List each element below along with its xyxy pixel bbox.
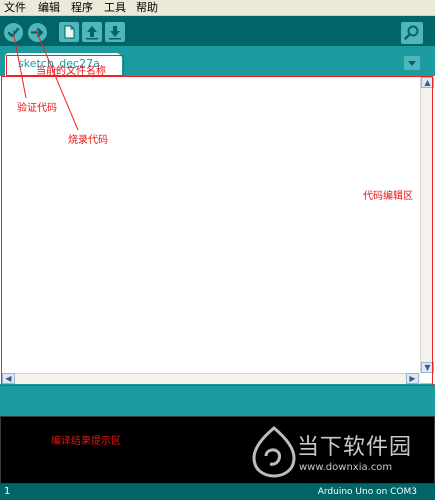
annotation-verify: 验证代码 <box>17 103 57 114</box>
watermark-url: www.downxia.com <box>299 462 393 473</box>
annotation-compile: 编译结果提示区 <box>51 436 121 447</box>
message-area <box>0 384 435 416</box>
menu-sketch[interactable]: 程序 <box>71 1 93 15</box>
watermark-logo-icon <box>252 426 296 478</box>
upload-arrow-icon <box>30 27 44 38</box>
board-port-label: Arduino Uno on COM3 <box>317 487 417 497</box>
open-button[interactable] <box>82 22 102 42</box>
new-file-icon <box>64 25 75 39</box>
watermark: 当下软件园 www.downxia.com <box>252 424 432 482</box>
open-file-icon <box>86 26 98 40</box>
menu-bar: 文件 编辑 程序 工具 帮助 <box>0 0 435 16</box>
menu-file[interactable]: 文件 <box>4 1 26 15</box>
serial-monitor-button[interactable] <box>401 22 423 44</box>
menu-edit[interactable]: 编辑 <box>38 1 60 15</box>
upload-button[interactable] <box>28 23 47 42</box>
verify-check-icon <box>7 27 20 38</box>
annotation-burn: 烧录代码 <box>68 135 108 146</box>
menu-help[interactable]: 帮助 <box>136 1 158 15</box>
tab-menu-button[interactable] <box>404 56 420 70</box>
status-bar: 1 Arduino Uno on COM3 <box>0 484 435 500</box>
toolbar <box>0 16 435 46</box>
verify-button[interactable] <box>4 23 23 42</box>
editor-highlight-box <box>1 76 433 386</box>
new-button[interactable] <box>59 22 79 42</box>
magnifier-icon <box>404 25 419 40</box>
triangle-down-icon <box>408 61 416 66</box>
menu-tools[interactable]: 工具 <box>104 1 126 15</box>
line-number: 1 <box>4 486 11 497</box>
annotation-editor: 代码编辑区 <box>363 191 413 202</box>
save-button[interactable] <box>105 22 125 42</box>
annotation-file-name: 当前的文件名称 <box>36 66 106 77</box>
watermark-brand: 当下软件园 <box>297 435 413 460</box>
save-file-icon <box>109 26 121 40</box>
